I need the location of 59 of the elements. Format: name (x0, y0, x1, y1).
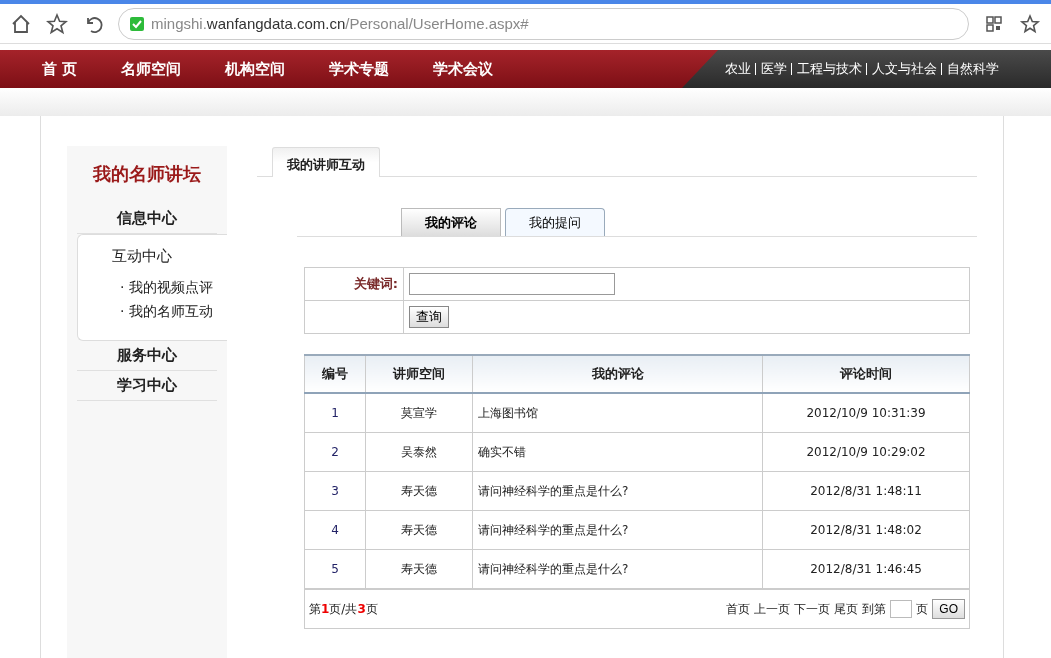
table-cell: 2 (304, 432, 366, 472)
table-cell: 5 (304, 549, 366, 589)
column-header: 编号 (304, 355, 366, 393)
subject-link[interactable]: 工程与技术 (797, 60, 862, 78)
table-cell: 吴泰然 (365, 432, 473, 472)
column-header: 我的评论 (472, 355, 763, 393)
table-cell: 寿天德 (365, 471, 473, 511)
nav-item[interactable]: 机构空间 (225, 59, 286, 79)
nav-item[interactable]: 学术专题 (329, 59, 390, 79)
subject-link[interactable]: 人文与社会 (872, 60, 937, 78)
table-cell: 寿天德 (365, 549, 473, 589)
nav-item[interactable]: 学术会议 (433, 59, 494, 79)
table-cell: 2012/8/31 1:48:02 (762, 510, 970, 550)
table-cell: 4 (304, 510, 366, 550)
table-cell: 1 (304, 393, 366, 433)
page-field[interactable] (890, 600, 913, 618)
go-button[interactable]: GO (932, 599, 965, 619)
pager-link[interactable]: 尾页 (834, 600, 859, 618)
column-header: 评论时间 (762, 355, 970, 393)
page-label: 页 (916, 600, 929, 618)
section-tab[interactable]: 我的讲师互动 (272, 147, 380, 177)
subject-link[interactable]: 医学 (761, 60, 787, 78)
keyword-label: 关键词: (304, 267, 404, 301)
sidebar-title: 我的名师讲坛 (91, 162, 202, 186)
sidebar-link[interactable]: · 我的视频点评 (112, 276, 227, 300)
section-heading[interactable]: 服务中心 (77, 341, 217, 371)
table-cell: 2012/10/9 10:31:39 (762, 393, 970, 433)
sidebar-link[interactable]: · 我的名师互动 (112, 300, 227, 324)
table-cell: 2012/8/31 1:46:45 (762, 549, 970, 589)
table-cell: 3 (304, 471, 366, 511)
table-cell: 请问神经科学的重点是什么? (472, 549, 763, 589)
home-icon[interactable] (10, 12, 32, 35)
table-cell: 寿天德 (365, 510, 473, 550)
table-cell: 请问神经科学的重点是什么? (472, 471, 763, 511)
lock-check-icon (129, 15, 145, 32)
table-cell: 上海图书馆 (472, 393, 763, 433)
table-cell: 确实不错 (472, 432, 763, 472)
goto-label: 到第 (862, 600, 887, 618)
pager-link[interactable]: 上一页 (754, 600, 791, 618)
keyword-field[interactable] (409, 273, 615, 295)
subject-link[interactable]: 农业 (725, 60, 751, 78)
table-cell: 2012/10/9 10:29:02 (762, 432, 970, 472)
column-header: 讲师空间 (365, 355, 473, 393)
subject-link[interactable]: 自然科学 (947, 60, 999, 78)
nav-item[interactable]: 名师空间 (121, 59, 182, 79)
table-cell: 请问神经科学的重点是什么? (472, 510, 763, 550)
table-cell: 莫宣学 (365, 393, 473, 433)
table-cell: 2012/8/31 1:48:11 (762, 471, 970, 511)
search-button[interactable]: 查询 (409, 306, 449, 328)
pager-link[interactable]: 首页 (726, 600, 751, 618)
pager-link[interactable]: 下一页 (794, 600, 831, 618)
section-heading[interactable]: 互动中心 (112, 247, 227, 266)
star-icon[interactable] (1019, 12, 1041, 35)
star-icon[interactable] (46, 12, 68, 35)
tab[interactable]: 我的评论 (401, 208, 501, 236)
tab[interactable]: 我的提问 (505, 208, 605, 236)
section-heading[interactable]: 学习中心 (77, 371, 217, 401)
nav-item[interactable]: 首 页 (42, 59, 78, 79)
page-info: 第1页/共3页 (309, 600, 378, 618)
